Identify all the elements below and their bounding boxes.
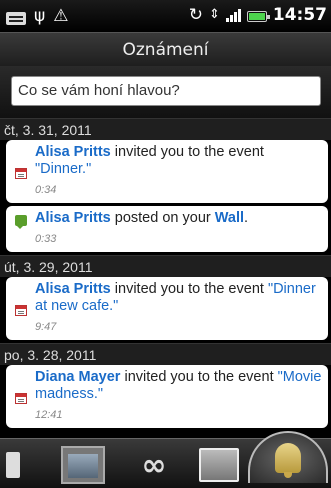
user-name[interactable]: Alisa Pritts [35,281,111,297]
notification-text: invited you to the event [120,369,278,385]
battery-icon [246,10,270,22]
status-bar: ψ ⚠ ↻ ⇕ 14:57 [0,0,331,32]
user-name[interactable]: Alisa Pritts [35,144,111,160]
videos-icon[interactable] [58,445,108,485]
timestamp: 0:34 [35,184,57,196]
user-name[interactable]: Diana Mayer [35,369,120,385]
signal-icon [225,8,241,22]
status-input-bar: Co se vám honí hlavou? [0,66,331,118]
date-header: čt, 3. 31, 2011 [0,118,331,140]
date-header: po, 3. 28, 2011 [0,343,331,365]
list-item[interactable]: Alisa Pritts invited you to the event "D… [6,277,328,340]
sync-icon: ↻ [188,5,203,25]
date-header: út, 3. 29, 2011 [0,255,331,277]
wall-link[interactable]: Wall [215,210,244,226]
photos-icon[interactable] [194,445,244,485]
data-icon: ⇕ [208,7,220,22]
page-title: Oznámení [0,32,331,66]
notification-text: invited you to the event [110,281,268,297]
list-item[interactable]: Diana Mayer invited you to the event "Mo… [6,365,328,428]
notification-suffix: . [244,210,249,226]
timestamp: 12:41 [35,409,63,421]
notification-text: posted on your [110,210,215,226]
notification-text: invited you to the event [110,144,264,160]
notifications-bell-icon[interactable] [248,431,328,483]
calendar-icon [15,305,27,316]
links-icon[interactable]: ∞ [124,445,184,485]
bottom-tab-bar: ∞ [0,431,331,488]
usb-icon: ψ [34,6,46,26]
clock: 14:57 [272,5,327,25]
notifications-list: čt, 3. 31, 2011 Alisa Pritts invited you… [0,118,331,438]
user-name[interactable]: Alisa Pritts [35,210,111,226]
status-input[interactable]: Co se vám honí hlavou? [11,76,321,106]
wall-post-icon [15,215,27,229]
calendar-icon [15,393,27,404]
list-item[interactable]: Alisa Pritts invited you to the event "D… [6,140,328,203]
message-icon [6,11,26,25]
timestamp: 9:47 [35,321,57,333]
timestamp: 0:33 [35,233,57,245]
side-tab-icon[interactable] [4,445,22,485]
warning-icon: ⚠ [53,6,69,26]
list-item[interactable]: Alisa Pritts posted on your Wall. 0:33 [6,206,328,252]
calendar-icon [15,168,27,179]
event-link[interactable]: "Dinner." [35,161,91,177]
